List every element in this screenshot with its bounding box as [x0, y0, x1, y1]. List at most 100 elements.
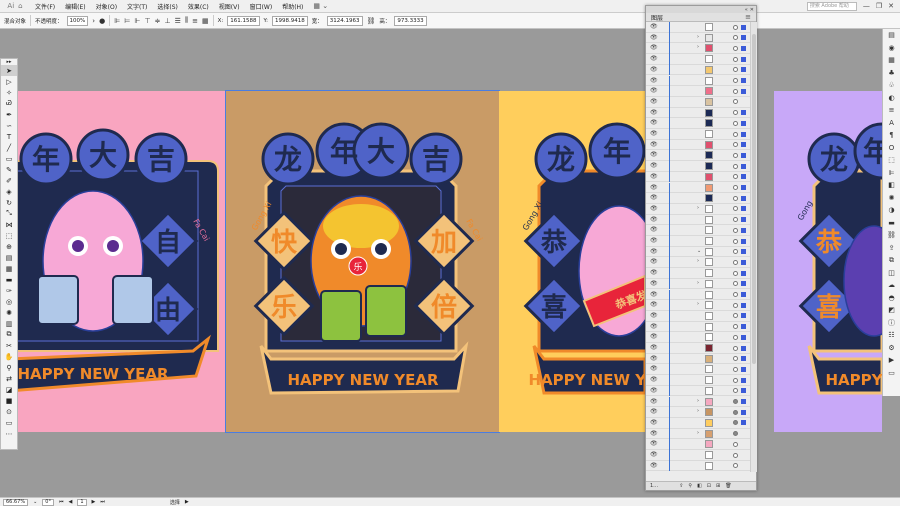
- target-icon[interactable]: [733, 324, 738, 330]
- selection-indicator[interactable]: [741, 195, 746, 201]
- image-trace-panel-icon[interactable]: ◓: [883, 292, 900, 305]
- artboard-2[interactable]: 龙 年 大 吉 快 乐 加 倍 Gong Xi Fa Cai 乐 HAPPY N…: [225, 90, 500, 433]
- target-icon[interactable]: [733, 281, 738, 287]
- selection-indicator[interactable]: [741, 313, 746, 319]
- export-icon[interactable]: ⇪: [679, 483, 683, 489]
- visibility-eye-icon[interactable]: 👁: [650, 130, 658, 137]
- target-icon[interactable]: [733, 441, 738, 447]
- selection-indicator[interactable]: [741, 377, 746, 383]
- symbols-panel-icon[interactable]: ♧: [883, 79, 900, 92]
- artwork-card-4[interactable]: 龙 年 恭 喜 Gong HAPPY: [774, 91, 882, 432]
- libraries-panel-icon[interactable]: ☁: [883, 279, 900, 292]
- selection-indicator[interactable]: [741, 99, 746, 104]
- selection-indicator[interactable]: [741, 431, 746, 436]
- visibility-eye-icon[interactable]: 👁: [650, 301, 658, 308]
- selection-indicator[interactable]: [741, 463, 746, 468]
- selection-indicator[interactable]: [741, 206, 746, 212]
- color-panel-icon[interactable]: ◉: [883, 42, 900, 55]
- menu-file[interactable]: 文件(F): [30, 2, 60, 11]
- target-icon[interactable]: [733, 185, 738, 190]
- recolor-icon[interactable]: ●: [99, 17, 105, 25]
- gradient-tool-icon[interactable]: ▬: [1, 274, 17, 285]
- target-icon[interactable]: [733, 238, 738, 244]
- visibility-eye-icon[interactable]: 👁: [650, 376, 658, 383]
- x-input[interactable]: 161.1588: [227, 15, 260, 26]
- eyedropper-tool-icon[interactable]: ✑: [1, 285, 17, 296]
- distribute-icon[interactable]: ☰: [175, 17, 181, 25]
- properties-panel-icon[interactable]: ▤: [883, 29, 900, 42]
- visibility-eye-icon[interactable]: 👁: [650, 440, 658, 447]
- layer-row[interactable]: 👁: [646, 343, 750, 354]
- close-button[interactable]: ✕: [888, 2, 894, 10]
- make-clipping-mask-icon[interactable]: ◧: [697, 483, 702, 489]
- artwork-card-1[interactable]: 年 大 吉 自 由 Fa Cai HAPPY NEW YEAR: [18, 91, 225, 432]
- layer-row[interactable]: 👁: [646, 321, 750, 333]
- shape-builder-tool-icon[interactable]: ⊕: [1, 241, 17, 252]
- visibility-eye-icon[interactable]: 👁: [650, 119, 658, 126]
- target-icon[interactable]: [733, 35, 738, 41]
- menu-effect[interactable]: 效果(C): [183, 2, 214, 11]
- expand-arrow-icon[interactable]: ›: [697, 205, 699, 211]
- visibility-eye-icon[interactable]: 👁: [650, 194, 658, 201]
- slice-tool-icon[interactable]: ✂: [1, 340, 17, 351]
- expand-arrow-icon[interactable]: ›: [697, 280, 699, 286]
- curvature-tool-icon[interactable]: ∽: [1, 120, 17, 131]
- visibility-eye-icon[interactable]: 👁: [650, 248, 658, 255]
- layer-row[interactable]: 👁 ›: [646, 257, 750, 269]
- rectangle-tool-icon[interactable]: ▭: [1, 153, 17, 164]
- artboard-tool-icon[interactable]: ⧉: [1, 329, 17, 340]
- target-icon[interactable]: [733, 120, 738, 126]
- selection-indicator[interactable]: [741, 142, 746, 148]
- appearance-panel-icon[interactable]: ✺: [883, 192, 900, 205]
- visibility-eye-icon[interactable]: 👁: [650, 269, 658, 276]
- links-panel-icon[interactable]: ⛓: [883, 229, 900, 242]
- layers-scrollbar[interactable]: [750, 22, 757, 472]
- delete-layer-icon[interactable]: 🗑: [725, 483, 731, 489]
- menu-edit[interactable]: 编辑(E): [60, 2, 90, 11]
- target-icon[interactable]: [733, 399, 738, 404]
- visibility-eye-icon[interactable]: 👁: [650, 387, 658, 394]
- zoom-level-input[interactable]: 66.67%: [3, 498, 29, 506]
- layer-row[interactable]: 👁 ›: [646, 300, 750, 311]
- artboard-4[interactable]: 龙 年 恭 喜 Gong HAPPY: [774, 91, 882, 432]
- lasso-tool-icon[interactable]: Ꮚ: [1, 98, 17, 109]
- selection-indicator[interactable]: [741, 120, 746, 126]
- distribute-vertical-icon[interactable]: ≡: [192, 17, 198, 25]
- layer-row[interactable]: 👁: [646, 353, 750, 365]
- layer-row[interactable]: 👁: [646, 193, 750, 204]
- fill-stroke-swap-icon[interactable]: ⇄: [1, 373, 17, 384]
- link-icon[interactable]: ⛓: [367, 17, 376, 25]
- visibility-eye-icon[interactable]: 👁: [650, 205, 658, 212]
- help-search-input[interactable]: 搜索 Adobe 帮助: [806, 1, 857, 11]
- chevron-down-icon[interactable]: ⌄: [33, 499, 37, 505]
- visibility-eye-icon[interactable]: 👁: [650, 258, 658, 265]
- artboards-panel-icon[interactable]: ⧉: [883, 254, 900, 267]
- arrange-documents-icon[interactable]: ▦ ⌄: [308, 2, 333, 10]
- attributes-panel-icon[interactable]: ☷: [883, 329, 900, 342]
- target-icon[interactable]: [733, 313, 738, 319]
- document-info-panel-icon[interactable]: ▭: [883, 367, 900, 380]
- free-transform-tool-icon[interactable]: ⬚: [1, 230, 17, 241]
- menu-help[interactable]: 帮助(H): [277, 2, 308, 11]
- layer-row[interactable]: 👁: [646, 225, 750, 236]
- target-icon[interactable]: [733, 195, 738, 201]
- target-icon[interactable]: [733, 88, 738, 94]
- visibility-eye-icon[interactable]: 👁: [650, 184, 658, 191]
- selection-indicator[interactable]: [741, 35, 746, 41]
- selection-tool-icon[interactable]: ➤: [1, 65, 17, 76]
- fill-stroke-swatch-icon[interactable]: ◪: [1, 384, 17, 395]
- layer-row[interactable]: 👁: [646, 22, 750, 33]
- new-layer-icon[interactable]: ⊞: [716, 483, 720, 489]
- layer-row[interactable]: 👁: [646, 289, 750, 301]
- target-icon[interactable]: [733, 24, 738, 30]
- target-icon[interactable]: [733, 270, 738, 276]
- visibility-eye-icon[interactable]: 👁: [650, 462, 658, 469]
- visibility-eye-icon[interactable]: 👁: [650, 280, 658, 287]
- visibility-eye-icon[interactable]: 👁: [650, 333, 658, 340]
- more-tools-icon[interactable]: ⋯: [1, 428, 17, 439]
- menu-object[interactable]: 对象(O): [91, 2, 122, 11]
- navigator-panel-icon[interactable]: ◩: [883, 304, 900, 317]
- layer-row[interactable]: 👁: [646, 236, 750, 247]
- artwork-card-3[interactable]: 龙 年 恭 喜 Gong Xi 恭喜发财 HAPPY NEW YEAR: [499, 91, 645, 432]
- layer-row[interactable]: 👁: [646, 107, 750, 119]
